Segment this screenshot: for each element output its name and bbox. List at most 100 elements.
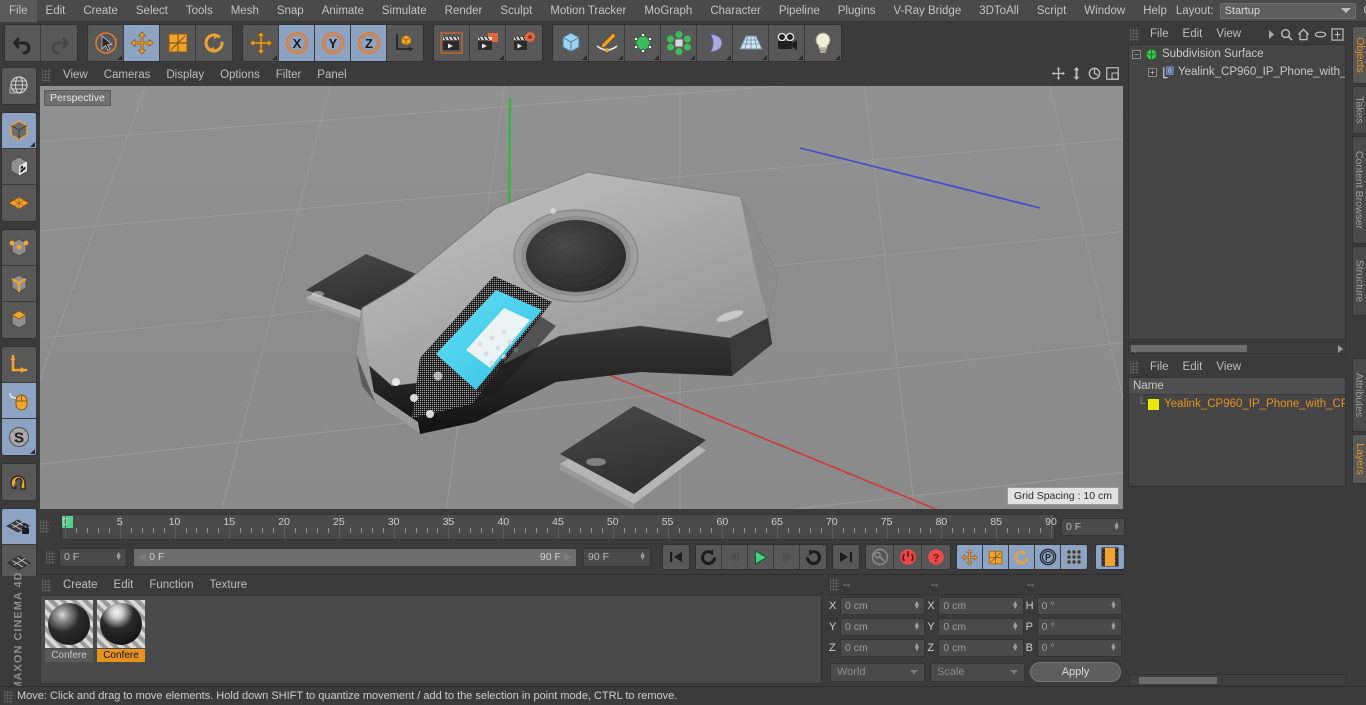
- playbar-grip-handle[interactable]: [46, 550, 55, 564]
- material-grip-handle[interactable]: [42, 578, 51, 592]
- enable-axis-button[interactable]: [2, 185, 36, 221]
- menu-item-character[interactable]: Character: [701, 0, 770, 22]
- position-x-field[interactable]: 0 cm ▲ ▼: [840, 597, 926, 615]
- tree-item-yealink-phone[interactable]: + 0 Yealink_CP960_IP_Phone_with_CP: [1129, 63, 1345, 81]
- model-mode-button[interactable]: [2, 149, 36, 185]
- tab-layers[interactable]: Layers: [1352, 434, 1366, 484]
- menu-item-vray-bridge[interactable]: V-Ray Bridge: [884, 0, 970, 22]
- point-level-animation-button[interactable]: [1061, 545, 1087, 569]
- tab-objects[interactable]: Objects: [1352, 26, 1366, 84]
- ellipse-icon[interactable]: [1314, 28, 1327, 41]
- menu-item-edit[interactable]: Edit: [37, 0, 75, 22]
- layer-color-swatch[interactable]: [1148, 398, 1160, 410]
- move-tool[interactable]: [124, 25, 160, 61]
- enable-snap-button[interactable]: [2, 464, 36, 500]
- record-active-objects-button[interactable]: [866, 545, 894, 569]
- menu-item-script[interactable]: Script: [1028, 0, 1075, 22]
- chevron-right-icon[interactable]: [1267, 29, 1276, 40]
- viewport-menu-view[interactable]: View: [55, 64, 96, 86]
- render-view-button[interactable]: [434, 25, 470, 61]
- viewport-grip-handle[interactable]: [42, 68, 51, 82]
- spinner-icon[interactable]: ▲ ▼: [913, 642, 920, 653]
- scale-key-button[interactable]: [983, 545, 1009, 569]
- layout-dropdown[interactable]: Startup: [1219, 2, 1356, 19]
- expand-toggle-icon[interactable]: +: [1148, 67, 1157, 77]
- spinner-icon[interactable]: ▲ ▼: [1113, 521, 1120, 532]
- add-floor-button[interactable]: [733, 25, 769, 61]
- tab-attributes[interactable]: Attributes: [1352, 358, 1366, 432]
- add-camera-button[interactable]: [769, 25, 805, 61]
- search-icon[interactable]: [1280, 28, 1293, 41]
- layers-menu-file[interactable]: File: [1143, 357, 1176, 377]
- viewport-menu-display[interactable]: Display: [158, 64, 212, 86]
- dolly-icon[interactable]: [1070, 67, 1083, 80]
- scale-tool[interactable]: [160, 25, 196, 61]
- tab-content-browser[interactable]: Content Browser: [1352, 136, 1366, 244]
- material-item[interactable]: Confere: [45, 600, 93, 679]
- material-item[interactable]: Confere: [97, 600, 145, 679]
- autokeying-button[interactable]: [894, 545, 922, 569]
- size-x-field[interactable]: 0 cm ▲ ▼: [938, 597, 1024, 615]
- menu-item-mesh[interactable]: Mesh: [222, 0, 268, 22]
- menu-item-sculpt[interactable]: Sculpt: [491, 0, 541, 22]
- timeline-ruler[interactable]: 0 5 10 15 20 25 30 35 40 45 50 55 60 65 70 75 80 85 90: [61, 513, 1057, 540]
- viewport-menu-filter[interactable]: Filter: [268, 64, 310, 86]
- spinner-icon[interactable]: ▲ ▼: [913, 621, 920, 632]
- rotation-b-field[interactable]: 0 ° ▲ ▼: [1036, 639, 1122, 657]
- material-menu-create[interactable]: Create: [55, 575, 106, 595]
- viewport-menu-panel[interactable]: Panel: [309, 64, 354, 86]
- position-key-button[interactable]: [957, 545, 983, 569]
- menu-item-file[interactable]: File: [0, 0, 37, 22]
- viewport-menu-options[interactable]: Options: [212, 64, 268, 86]
- tab-takes[interactable]: Takes: [1352, 86, 1366, 134]
- lock-z-axis-button[interactable]: Z: [351, 25, 387, 61]
- viewport-solo-button[interactable]: [2, 383, 36, 419]
- go-to-start-button[interactable]: [663, 545, 689, 569]
- lock-x-axis-button[interactable]: X: [279, 25, 315, 61]
- menu-item-help[interactable]: Help: [1134, 0, 1176, 22]
- keyframe-selection-button[interactable]: ?: [922, 545, 950, 569]
- viewport-canvas[interactable]: Y Z X Perspective Grid Spacing : 10 cm: [40, 86, 1123, 509]
- play-reverse-loop-button[interactable]: [696, 545, 722, 569]
- position-z-field[interactable]: 0 cm ▲ ▼: [840, 639, 926, 657]
- menu-item-select[interactable]: Select: [127, 0, 177, 22]
- material-list[interactable]: Confere Confere: [40, 595, 822, 684]
- menu-item-render[interactable]: Render: [436, 0, 492, 22]
- tab-structure[interactable]: Structure: [1352, 246, 1366, 316]
- undo-button[interactable]: [5, 25, 41, 61]
- spinner-icon[interactable]: ▲ ▼: [1012, 600, 1019, 611]
- menu-item-motion-tracker[interactable]: Motion Tracker: [541, 0, 635, 22]
- scroll-right-arrow-icon[interactable]: [1338, 345, 1343, 353]
- add-spline-button[interactable]: [589, 25, 625, 61]
- menu-item-window[interactable]: Window: [1075, 0, 1134, 22]
- rotation-h-field[interactable]: 0 ° ▲ ▼: [1036, 597, 1122, 615]
- spinner-icon[interactable]: ▲ ▼: [1110, 600, 1117, 611]
- viewport-menu-cameras[interactable]: Cameras: [96, 64, 159, 86]
- right-dock-hscrollbar[interactable]: [1128, 674, 1346, 686]
- menu-item-animate[interactable]: Animate: [313, 0, 373, 22]
- transform-mode-dropdown[interactable]: Scale: [929, 662, 1025, 682]
- parameter-key-button[interactable]: P: [1035, 545, 1061, 569]
- undo-view-button[interactable]: [2, 68, 36, 104]
- lock-y-axis-button[interactable]: Y: [315, 25, 351, 61]
- menu-item-plugins[interactable]: Plugins: [829, 0, 885, 22]
- add-deformer-button[interactable]: [697, 25, 733, 61]
- current-frame-field[interactable]: 0 F ▲ ▼: [59, 547, 127, 567]
- scrollbar-thumb[interactable]: [1139, 677, 1217, 684]
- menu-item-3dtoall[interactable]: 3DToAll: [970, 0, 1028, 22]
- range-right-arrow-icon[interactable]: ▶: [564, 551, 572, 563]
- add-array-button[interactable]: [661, 25, 697, 61]
- rotation-key-button[interactable]: [1009, 545, 1035, 569]
- layers-menu-edit[interactable]: Edit: [1176, 357, 1210, 377]
- pan-icon[interactable]: [1052, 67, 1065, 80]
- spinner-icon[interactable]: ▲ ▼: [639, 551, 646, 562]
- rotate-icon[interactable]: [1088, 67, 1101, 80]
- menu-item-tools[interactable]: Tools: [177, 0, 222, 22]
- render-to-picture-viewer-button[interactable]: [470, 25, 506, 61]
- position-y-field[interactable]: 0 cm ▲ ▼: [840, 618, 926, 636]
- add-cube-button[interactable]: [553, 25, 589, 61]
- status-grip-handle[interactable]: [4, 689, 13, 703]
- object-menu-edit[interactable]: Edit: [1176, 24, 1210, 44]
- preview-range-slider[interactable]: ◀ 0 F 90 F ▶: [133, 547, 577, 567]
- timeline-filmstrip-button[interactable]: [1096, 545, 1124, 569]
